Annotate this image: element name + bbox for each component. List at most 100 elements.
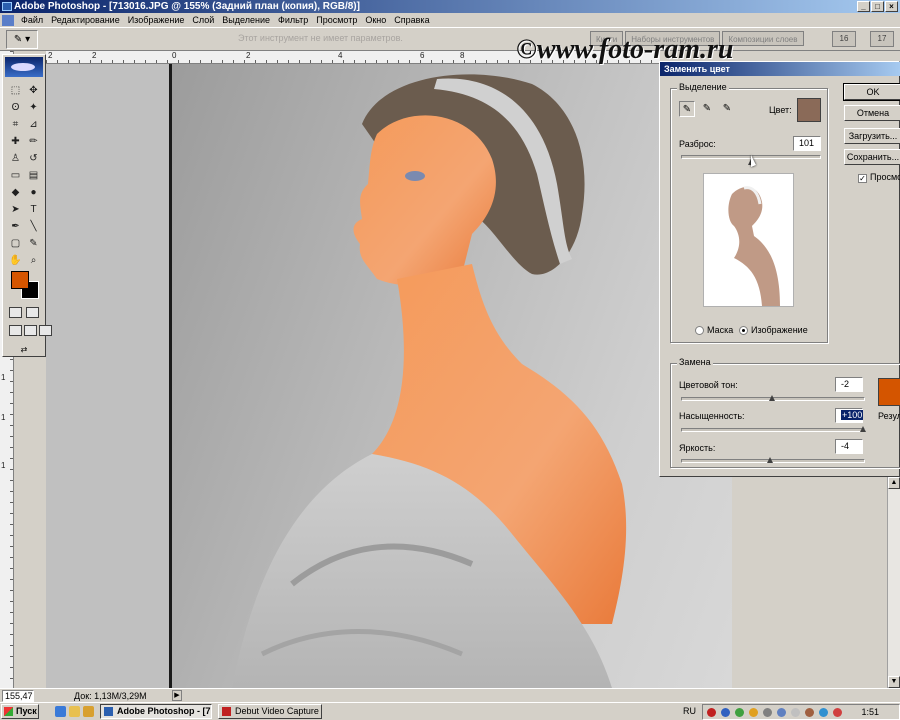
load-button[interactable]: Загрузить... [844,128,900,144]
saturation-slider-thumb[interactable] [860,426,866,432]
menu-view[interactable]: Просмотр [312,13,361,27]
healing-brush-tool-icon[interactable]: ✚ [7,134,24,150]
eraser-tool-icon[interactable]: ▭ [7,168,24,184]
canvas-vertical-scrollbar[interactable]: ▲ ▼ [887,477,900,688]
document-icon[interactable] [2,14,14,26]
magic-wand-tool-icon[interactable]: ✦ [25,100,42,116]
tray-antivirus-icon[interactable] [819,708,828,717]
hand-tool-icon[interactable]: ✋ [7,253,24,269]
move-tool-icon[interactable]: ✥ [25,83,42,99]
brush-tool-icon[interactable]: ✏ [25,134,42,150]
marquee-tool-icon[interactable]: ⬚ [7,83,24,99]
windows-taskbar: Пуск Adobe Photoshop - [7... Debut Video… [0,702,900,720]
fuzziness-field[interactable]: 101 [793,136,821,151]
dodge-tool-icon[interactable]: ● [25,185,42,201]
cancel-button[interactable]: Отмена [844,105,900,121]
eyedropper-minus-icon[interactable]: ✎ [719,101,735,117]
dialog-title[interactable]: Заменить цвет [660,62,900,76]
maximize-button[interactable]: □ [871,1,884,12]
language-indicator[interactable]: RU [683,706,696,716]
options-hint: Этот инструмент не имеет параметров. [238,33,403,43]
scroll-up-icon[interactable]: ▲ [888,477,900,489]
portrait-photo[interactable] [172,64,732,688]
screen-mode-menubar-icon[interactable] [24,325,37,336]
lightness-slider-track[interactable] [681,459,865,463]
tool-preset-picker[interactable]: ✎ ▾ [6,30,38,49]
eyedropper-plus-icon[interactable]: ✎ [699,101,715,117]
tray-record-icon[interactable] [707,708,716,717]
result-color-swatch[interactable] [878,378,900,406]
selection-color-swatch[interactable] [797,98,821,122]
saturation-label: Насыщенность: [679,411,745,421]
folder-icon[interactable] [69,706,80,717]
menu-image[interactable]: Изображение [124,13,189,27]
hue-field[interactable]: -2 [835,377,863,392]
tray-usb-icon[interactable] [791,708,800,717]
clone-stamp-tool-icon[interactable]: ♙ [7,151,24,167]
notes-tool-icon[interactable]: ▢ [7,236,24,252]
tray-other-icon[interactable] [833,708,842,717]
lightness-slider-thumb[interactable] [767,457,773,463]
ie-icon[interactable] [55,706,66,717]
media-icon[interactable] [83,706,94,717]
menu-select[interactable]: Выделение [218,13,274,27]
saturation-slider-track[interactable] [681,428,865,432]
line-tool-icon[interactable]: ╲ [25,219,42,235]
tray-app-icon[interactable] [805,708,814,717]
mask-radio[interactable] [695,326,704,335]
tray-volume-icon[interactable] [763,708,772,717]
ruler-label: 1 [1,461,6,470]
slice-tool-icon[interactable]: ⊿ [25,117,42,133]
status-menu-arrow-icon[interactable]: ▶ [172,690,182,701]
menu-help[interactable]: Справка [390,13,433,27]
zoom-tool-icon[interactable]: ⌕ [25,253,42,269]
blur-tool-icon[interactable]: ◆ [7,185,24,201]
taskbar-debut-capture[interactable]: Debut Video Capture Sof... [218,704,322,719]
clock: 1:51 [861,707,879,717]
screen-mode-full-icon[interactable] [39,325,52,336]
jump-to-imageready-icon[interactable]: ⇄ [9,345,39,356]
image-radio[interactable] [739,326,748,335]
eyedropper-tool-icon[interactable]: ✎ [25,236,42,252]
menu-window[interactable]: Окно [361,13,390,27]
replace-color-dialog: Заменить цвет Выделение ✎ ✎ ✎ Цвет: Разб… [659,61,900,477]
minimize-button[interactable]: _ [857,1,870,12]
tray-network-icon[interactable] [721,708,730,717]
saturation-field[interactable]: +100 [835,408,864,423]
document-canvas[interactable] [46,64,732,688]
path-selection-tool-icon[interactable]: ➤ [7,202,24,218]
menu-filter[interactable]: Фильтр [274,13,312,27]
foreground-color-swatch[interactable] [11,271,29,289]
preview-checkbox[interactable]: ✓ [858,174,867,183]
start-button[interactable]: Пуск [1,704,39,719]
option-mini-field-1[interactable]: 16 [832,31,856,47]
menu-file[interactable]: Файл [17,13,47,27]
menu-edit[interactable]: Редактирование [47,13,124,27]
pen-tool-icon[interactable]: ✒ [7,219,24,235]
scroll-down-icon[interactable]: ▼ [888,676,900,688]
quick-mask-mode-icon[interactable] [26,307,39,318]
save-button[interactable]: Сохранить... [844,149,900,165]
lasso-tool-icon[interactable]: ʘ [7,100,24,116]
eyedropper-icon[interactable]: ✎ [679,101,695,117]
type-tool-icon[interactable]: T [25,202,42,218]
zoom-field[interactable]: 155,47 [2,690,34,702]
palette-tab-layer-comps[interactable]: Композиции слоев [722,31,804,46]
menu-layer[interactable]: Слой [188,13,218,27]
hue-slider-thumb[interactable] [769,395,775,401]
tray-update-icon[interactable] [735,708,744,717]
gradient-tool-icon[interactable]: ▤ [25,168,42,184]
history-brush-tool-icon[interactable]: ↺ [25,151,42,167]
standard-mode-icon[interactable] [9,307,22,318]
tray-security-icon[interactable] [749,708,758,717]
lightness-field[interactable]: -4 [835,439,863,454]
ok-button[interactable]: OK [843,83,900,101]
screen-mode-standard-icon[interactable] [9,325,22,336]
close-button[interactable]: × [885,1,898,12]
color-label: Цвет: [769,105,792,115]
tray-display-icon[interactable] [777,708,786,717]
taskbar-photoshop[interactable]: Adobe Photoshop - [7... [100,704,212,719]
photoshop-logo[interactable] [5,57,43,77]
option-mini-field-2[interactable]: 17 [870,31,894,47]
crop-tool-icon[interactable]: ⌗ [7,117,24,133]
